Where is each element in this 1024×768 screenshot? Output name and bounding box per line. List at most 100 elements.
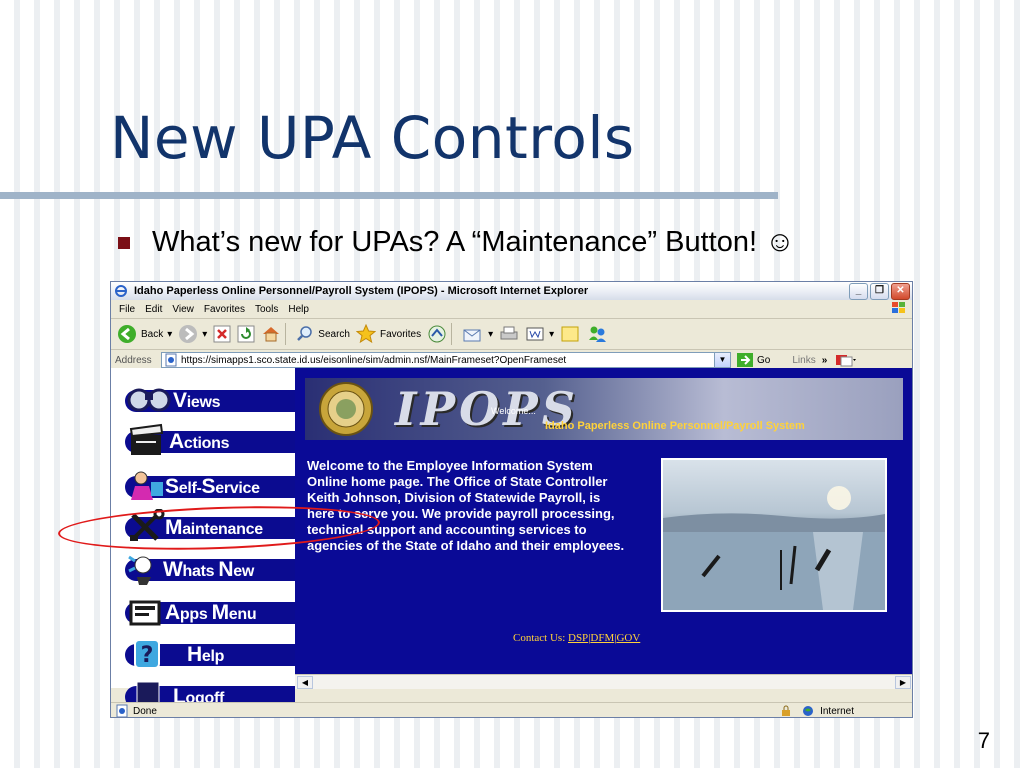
- address-url: https://simapps1.sco.state.id.us/eisonli…: [181, 354, 567, 366]
- mail-button[interactable]: ▾: [462, 325, 493, 343]
- welcome-text: Welcome to the Employee Information Syst…: [307, 458, 625, 553]
- menu-edit[interactable]: Edit: [145, 304, 162, 315]
- lock-icon: [782, 705, 791, 716]
- star-icon: [355, 324, 376, 344]
- close-button[interactable]: ✕: [891, 283, 910, 300]
- chevron-down-icon[interactable]: ▼: [714, 353, 730, 367]
- state-seal-icon: [319, 382, 373, 436]
- announcer-icon: [128, 555, 152, 585]
- ipops-banner: IPOPS Welcome... Idaho Paperless Online …: [305, 378, 903, 440]
- windows-flag-icon: [892, 302, 905, 313]
- edit-button[interactable]: ▾: [525, 325, 554, 343]
- svg-text:?: ?: [141, 643, 154, 668]
- contact-link-dfm[interactable]: DFM: [590, 632, 614, 644]
- discuss-button[interactable]: [560, 325, 580, 343]
- toolbar-separator: [451, 323, 453, 345]
- media-button[interactable]: [427, 324, 447, 344]
- status-zone-label: Internet: [820, 705, 854, 717]
- bullet-text: What’s new for UPAs? A “Maintenance” But…: [152, 226, 795, 258]
- menu-help[interactable]: Help: [288, 304, 309, 315]
- forward-arrow-icon: [179, 325, 198, 343]
- search-label: Search: [318, 328, 350, 340]
- contact-us: Contact Us: DSP|DFM|GOV: [513, 632, 641, 644]
- lake-sunset-image: [663, 486, 885, 610]
- messenger-button[interactable]: [586, 324, 608, 344]
- title-divider: [0, 192, 778, 199]
- nav-actions-button[interactable]: Actions: [125, 423, 295, 455]
- forward-button[interactable]: ▾: [178, 324, 207, 344]
- ie-logo-icon: [115, 285, 127, 297]
- restore-button[interactable]: ❐: [870, 283, 889, 300]
- chevron-down-icon[interactable]: ▾: [167, 329, 172, 340]
- contact-link-gov[interactable]: GOV: [616, 632, 640, 644]
- main-panel: IPOPS Welcome... Idaho Paperless Online …: [295, 368, 912, 674]
- toolbar-separator: [285, 323, 287, 345]
- nav-views-button[interactable]: Views: [125, 388, 295, 412]
- print-icon: [500, 326, 518, 340]
- links-label[interactable]: Links: [792, 355, 815, 366]
- nav-whats-new-button[interactable]: Whats New: [125, 555, 295, 585]
- page-icon: [165, 353, 177, 367]
- help-question-icon: ?: [134, 639, 160, 669]
- menu-bar: File Edit View Favorites Tools Help: [111, 300, 912, 319]
- back-arrow-icon: [118, 325, 136, 343]
- go-label: Go: [757, 354, 771, 366]
- home-button[interactable]: [261, 325, 281, 343]
- stop-button[interactable]: [213, 325, 231, 343]
- nav-whats-new-label: Whats New: [163, 558, 255, 581]
- refresh-button[interactable]: [237, 325, 255, 343]
- nav-apps-menu-button[interactable]: Apps Menu: [125, 600, 295, 626]
- chevron-down-icon[interactable]: ▾: [202, 329, 207, 340]
- chevron-right-icon[interactable]: »: [822, 355, 828, 366]
- nav-self-service-label: Self-Service: [165, 475, 260, 498]
- minimize-button[interactable]: _: [849, 283, 868, 300]
- binoculars-icon: [127, 388, 171, 412]
- address-input[interactable]: https://simapps1.sco.state.id.us/eisonli…: [161, 352, 731, 368]
- banner-subtitle: Idaho Paperless Online Personnel/Payroll…: [545, 420, 805, 432]
- go-button[interactable]: Go: [737, 353, 770, 367]
- favorites-button[interactable]: Favorites: [355, 324, 422, 344]
- back-button[interactable]: Back ▾: [117, 324, 172, 344]
- nav-help-label: Help: [187, 643, 225, 666]
- favorites-label: Favorites: [379, 328, 422, 340]
- page-number: 7: [977, 728, 990, 753]
- address-label: Address: [115, 354, 152, 366]
- window-title: Idaho Paperless Online Personnel/Payroll…: [134, 285, 589, 297]
- browser-window: Idaho Paperless Online Personnel/Payroll…: [110, 281, 913, 718]
- menu-tools[interactable]: Tools: [255, 304, 278, 315]
- nav-help-button[interactable]: ? Help: [125, 639, 295, 669]
- nav-apps-menu-label: Apps Menu: [165, 601, 257, 624]
- clapperboard-icon: [129, 423, 164, 455]
- menu-file[interactable]: File: [119, 304, 135, 315]
- search-icon: [297, 326, 313, 341]
- scroll-left-icon[interactable]: ◀: [297, 676, 313, 689]
- go-arrow-icon: [737, 353, 753, 367]
- messenger-icon: [589, 326, 607, 342]
- word-edit-icon: [526, 327, 544, 341]
- translate-icon[interactable]: [835, 353, 857, 367]
- chevron-down-icon[interactable]: ▾: [549, 329, 554, 340]
- status-text: Done: [133, 705, 157, 717]
- search-button[interactable]: Search: [296, 325, 350, 343]
- slide-title: New UPA Controls: [110, 104, 635, 172]
- scroll-right-icon[interactable]: ▶: [895, 676, 911, 689]
- note-icon: [561, 326, 579, 342]
- horizontal-scrollbar[interactable]: ◀ ▶: [295, 674, 912, 689]
- nav-views-label: Views: [173, 389, 221, 412]
- nav-self-service-button[interactable]: Self-Service: [125, 471, 295, 500]
- contact-link-dsp[interactable]: DSP: [568, 632, 588, 644]
- status-zone: Internet: [780, 705, 854, 717]
- toolbar: Back ▾ ▾ Search Favorites ▾ ▾: [111, 319, 912, 350]
- back-label: Back: [141, 328, 164, 340]
- banner-welcome: Welcome...: [491, 406, 536, 416]
- stop-icon: [213, 325, 231, 343]
- menu-favorites[interactable]: Favorites: [204, 304, 245, 315]
- apps-menu-icon: [129, 600, 161, 626]
- nav-actions-label: Actions: [169, 430, 230, 453]
- chevron-down-icon[interactable]: ▾: [488, 329, 493, 340]
- menu-view[interactable]: View: [172, 304, 194, 315]
- page-done-icon: [116, 704, 128, 717]
- contact-label: Contact Us:: [513, 632, 566, 644]
- media-icon: [428, 325, 446, 343]
- print-button[interactable]: [499, 325, 519, 343]
